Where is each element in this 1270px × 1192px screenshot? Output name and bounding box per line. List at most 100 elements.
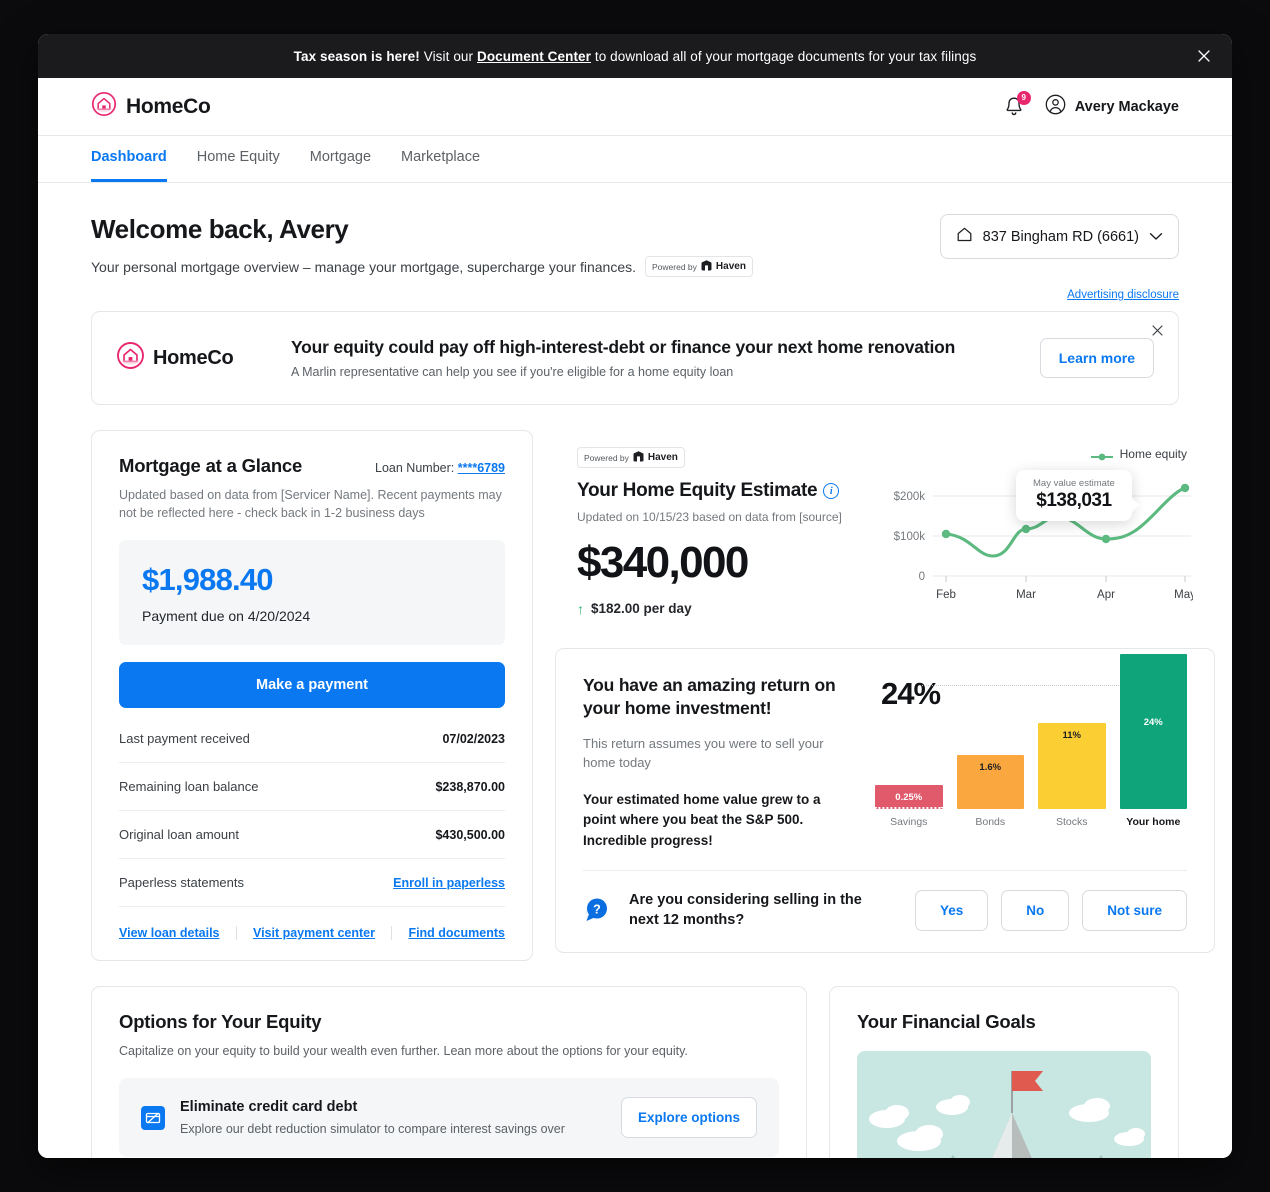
bar-column-your-home: 24% Your home xyxy=(1119,654,1187,828)
table-row: Remaining loan balance $238,870.00 xyxy=(119,763,505,812)
investment-comparison-bar-chart: 24% 0.25% Savings 1.6% Bonds 11% Stocks … xyxy=(875,654,1187,852)
advertising-disclosure-row: Advertising disclosure xyxy=(91,289,1179,301)
find-documents-link[interactable]: Find documents xyxy=(408,926,505,940)
tab-mortgage[interactable]: Mortgage xyxy=(310,136,371,182)
close-icon[interactable] xyxy=(1194,46,1214,66)
promo-brand-name: HomeCo xyxy=(153,346,234,369)
row-value: $430,500.00 xyxy=(435,827,505,842)
home-equity-estimate-card: Powered by Haven Your Home Equity Estima… xyxy=(555,430,1215,630)
row-label: Paperless statements xyxy=(119,875,245,891)
payment-amount: $1,988.40 xyxy=(142,562,274,598)
brand-logo[interactable]: HomeCo xyxy=(91,91,211,122)
tax-season-text-after: to download all of your mortgage documen… xyxy=(591,48,977,64)
notification-badge: 9 xyxy=(1016,90,1031,105)
dashboard-page: Welcome back, Avery Your personal mortga… xyxy=(38,183,1232,1158)
promo-brand: HomeCo xyxy=(116,341,291,375)
welcome-text-block: Welcome back, Avery Your personal mortga… xyxy=(91,214,753,277)
goals-card-title: Your Financial Goals xyxy=(857,1011,1036,1033)
svg-text:$100k: $100k xyxy=(894,531,926,543)
bar-chart-bars: 0.25% Savings 1.6% Bonds 11% Stocks 24% … xyxy=(875,654,1187,828)
user-menu[interactable]: Avery Mackaye xyxy=(1045,94,1179,120)
right-column: Powered by Haven Your Home Equity Estima… xyxy=(555,430,1215,961)
loan-number-value[interactable]: ****6789 xyxy=(458,461,505,475)
option-item-text: Eliminate credit card debt Explore our d… xyxy=(180,1099,565,1136)
advertising-disclosure-link[interactable]: Advertising disclosure xyxy=(1067,289,1179,301)
haven-brand-name: Haven xyxy=(647,452,678,463)
row-value: Enroll in paperless xyxy=(393,876,505,890)
list-item[interactable]: Eliminate credit card debt Explore our d… xyxy=(119,1078,779,1158)
equity-amount: $340,000 xyxy=(577,538,749,587)
explore-options-button[interactable]: Explore options xyxy=(620,1097,757,1139)
loan-number-row: Loan Number: ****6789 xyxy=(375,461,505,475)
make-a-payment-button[interactable]: Make a payment xyxy=(119,662,505,709)
equity-card-title: Your Home Equity Estimate xyxy=(577,480,818,501)
equity-rate-value: $182.00 per day xyxy=(591,601,692,616)
welcome-subtitle-row: Your personal mortgage overview – manage… xyxy=(91,256,753,277)
return-subtitle: This return assumes you were to sell you… xyxy=(583,735,824,771)
home-investment-return-card: You have an amazing return on your home … xyxy=(555,648,1215,954)
bar-column-stocks: 11% Stocks xyxy=(1038,723,1106,828)
payment-due-box: $1,988.40 Payment due on 4/20/2024 xyxy=(119,540,505,646)
document-center-link[interactable]: Document Center xyxy=(477,49,591,64)
row-label: Remaining loan balance xyxy=(119,779,259,795)
question-bubble-icon: ? xyxy=(583,895,614,926)
avatar-icon xyxy=(1045,94,1066,120)
bar-column-savings: 0.25% Savings xyxy=(875,785,943,828)
table-row: Last payment received 07/02/2023 xyxy=(119,715,505,764)
equity-title-row: Your Home Equity Estimate i xyxy=(577,480,867,502)
dashboard-bottom-grid: Options for Your Equity Capitalize on yo… xyxy=(91,986,1179,1158)
svg-text:Apr: Apr xyxy=(1097,589,1115,601)
bar-stocks: 11% xyxy=(1038,723,1106,810)
tab-marketplace[interactable]: Marketplace xyxy=(401,136,480,182)
equity-daily-rate: ↑ $182.00 per day xyxy=(577,601,867,616)
left-column: Mortgage at a Glance Loan Number: ****67… xyxy=(91,430,533,962)
bar-label-stocks: Stocks xyxy=(1055,816,1088,829)
arrow-up-icon: ↑ xyxy=(577,600,584,617)
survey-option-not-sure[interactable]: Not sure xyxy=(1082,890,1187,932)
option-item-subtitle: Explore our debt reduction simulator to … xyxy=(180,1122,565,1137)
divider xyxy=(391,926,393,941)
svg-text:?: ? xyxy=(593,903,601,917)
mortgage-at-a-glance-card: Mortgage at a Glance Loan Number: ****67… xyxy=(91,430,533,962)
enroll-in-paperless-link[interactable]: Enroll in paperless xyxy=(393,876,505,890)
survey-option-yes[interactable]: Yes xyxy=(914,890,989,932)
welcome-section: Welcome back, Avery Your personal mortga… xyxy=(91,183,1179,277)
row-label: Last payment received xyxy=(119,731,250,747)
equity-updated-text: Updated on 10/15/23 based on data from [… xyxy=(577,510,842,524)
view-loan-details-link[interactable]: View loan details xyxy=(119,926,220,940)
tab-dashboard[interactable]: Dashboard xyxy=(91,136,167,182)
promo-title: Your equity could pay off high-interest-… xyxy=(291,337,956,357)
mortgage-card-header: Mortgage at a Glance Loan Number: ****67… xyxy=(119,455,505,477)
notifications-button[interactable]: 9 xyxy=(1003,90,1031,119)
bar-label-savings: Savings xyxy=(890,816,928,829)
property-address-selector[interactable]: 837 Bingham RD (6661) xyxy=(939,214,1179,259)
promo-text-block: Your equity could pay off high-interest-… xyxy=(291,337,1040,379)
mountain-flag-illustration xyxy=(857,1051,1151,1158)
close-icon[interactable] xyxy=(1150,323,1165,338)
bar-value-savings: 0.25% xyxy=(895,792,923,804)
tab-home-equity[interactable]: Home Equity xyxy=(197,136,280,182)
return-text-block: You have an amazing return on your home … xyxy=(583,674,855,852)
equity-line-chart: $200k $100k 0 Feb Mar Apr May May value … xyxy=(873,470,1193,606)
bar-column-bonds: 1.6% Bonds xyxy=(956,755,1024,828)
chevron-down-icon xyxy=(1149,229,1163,245)
homeco-logo-icon xyxy=(116,341,145,375)
mortgage-card-note: Updated based on data from [Servicer Nam… xyxy=(119,488,502,521)
powered-by-label: Powered by xyxy=(584,452,629,463)
visit-payment-center-link[interactable]: Visit payment center xyxy=(253,926,375,940)
brand-name: HomeCo xyxy=(126,94,211,118)
chart-tooltip: May value estimate $138,031 xyxy=(1016,470,1139,521)
learn-more-button[interactable]: Learn more xyxy=(1039,338,1154,378)
tax-season-banner: Tax season is here! Visit our Document C… xyxy=(38,34,1232,78)
main-navigation: Dashboard Home Equity Mortgage Marketpla… xyxy=(38,136,1232,183)
svg-text:Mar: Mar xyxy=(1016,589,1036,601)
options-card-title: Options for Your Equity xyxy=(119,1011,322,1033)
page-title: Welcome back, Avery xyxy=(91,214,349,244)
bar-your-home: 24% xyxy=(1119,654,1187,810)
survey-options: Yes No Not sure xyxy=(914,890,1187,932)
survey-option-no[interactable]: No xyxy=(1001,890,1070,932)
survey-question: Are you considering selling in the next … xyxy=(629,892,862,928)
info-icon[interactable]: i xyxy=(823,483,840,499)
bar-bonds: 1.6% xyxy=(956,755,1024,810)
selling-survey: ? Are you considering selling in the nex… xyxy=(583,871,1187,932)
